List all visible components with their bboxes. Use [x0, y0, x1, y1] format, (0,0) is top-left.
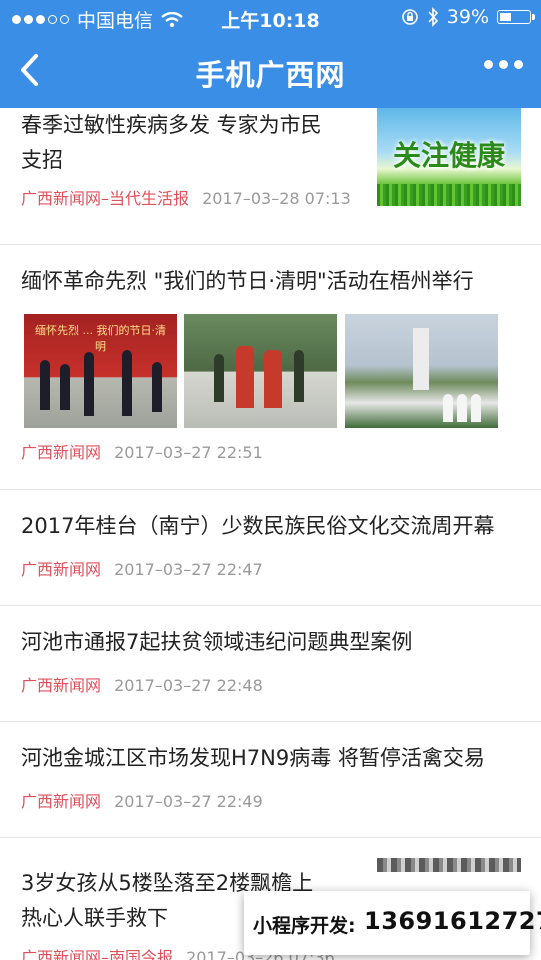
promo-phone: 13691612727 — [364, 907, 541, 935]
bluetooth-icon — [428, 7, 438, 27]
news-item[interactable]: 河池金城江区市场发现H7N9病毒 将暂停活禽交易 广西新闻网 2017–03–2… — [0, 722, 541, 838]
wreath-photo — [184, 314, 337, 428]
news-title: 春季过敏性疾病多发 专家为市民 支招 — [21, 113, 322, 172]
battery-icon — [497, 10, 535, 24]
news-meta: 广西新闻网 2017–03–27 22:48 — [21, 672, 263, 696]
photo-banner-text: 缅怀先烈 ... 我们的节日·清明 — [35, 324, 166, 353]
promo-label: 小程序开发: — [253, 915, 356, 937]
more-dot-icon — [499, 60, 508, 69]
news-date: 2017–03–27 22:47 — [114, 560, 263, 579]
news-date: 2017–03–27 22:48 — [114, 676, 263, 695]
news-item[interactable]: 缅怀革命先烈 "我们的节日·清明"活动在梧州举行 缅怀先烈 ... 我们的节日·… — [0, 245, 541, 490]
thumbnail-caption: 关注健康 — [392, 139, 505, 172]
news-source: 广西新闻网–当代生活报 — [21, 189, 190, 208]
more-dot-icon — [514, 60, 523, 69]
news-thumbnail — [377, 858, 521, 872]
news-title: 河池市通报7起扶贫领域违纪问题典型案例 — [21, 630, 413, 654]
news-date: 2017–03–27 22:51 — [114, 443, 263, 462]
promo-overlay: 小程序开发: 13691612727 — [244, 891, 541, 955]
news-source: 广西新闻网 — [21, 443, 102, 462]
news-meta: 广西新闻网–当代生活报 2017–03–28 07:13 — [21, 185, 351, 209]
news-title: 缅怀革命先烈 "我们的节日·清明"活动在梧州举行 — [21, 269, 474, 293]
page-title: 手机广西网 — [195, 58, 346, 92]
orientation-lock-icon — [401, 9, 418, 25]
news-source: 广西新闻网 — [21, 560, 102, 579]
news-meta: 广西新闻网 2017–03–27 22:49 — [21, 788, 263, 812]
news-feed: 春季过敏性疾病多发 专家为市民 支招 广西新闻网–当代生活报 2017–03–2… — [0, 108, 541, 960]
more-dot-icon — [484, 60, 493, 69]
battery-percent: 39% — [446, 6, 489, 28]
nav-bar: 手机广西网 — [0, 34, 541, 108]
news-source: 广西新闻网 — [21, 792, 102, 811]
news-date: 2017–03–28 07:13 — [202, 189, 351, 208]
news-meta: 广西新闻网 2017–03–27 22:51 — [21, 439, 263, 463]
news-date: 2017–03–27 22:49 — [114, 792, 263, 811]
status-bar: 中国电信 上午10:18 39% — [0, 0, 541, 34]
news-meta: 广西新闻网 2017–03–27 22:47 — [21, 556, 263, 580]
news-title: 河池金城江区市场发现H7N9病毒 将暂停活禽交易 — [21, 746, 485, 770]
news-source: 广西新闻网–南国今报 — [21, 948, 174, 960]
more-options-button[interactable] — [484, 60, 523, 69]
news-source: 广西新闻网 — [21, 676, 102, 695]
header-bar: 中国电信 上午10:18 39% 手机广西网 — [0, 0, 541, 108]
news-item[interactable]: 河池市通报7起扶贫领域违纪问题典型案例 广西新闻网 2017–03–27 22:… — [0, 606, 541, 722]
health-thumbnail: 关注健康 — [377, 108, 521, 206]
news-item[interactable]: 2017年桂台（南宁）少数民族民俗文化交流周开幕 广西新闻网 2017–03–2… — [0, 490, 541, 606]
ceremony-photo: 缅怀先烈 ... 我们的节日·清明 — [24, 314, 177, 428]
monument-photo — [345, 314, 498, 428]
news-item[interactable]: 春季过敏性疾病多发 专家为市民 支招 广西新闻网–当代生活报 2017–03–2… — [0, 108, 541, 245]
news-title: 2017年桂台（南宁）少数民族民俗文化交流周开幕 — [21, 514, 495, 538]
